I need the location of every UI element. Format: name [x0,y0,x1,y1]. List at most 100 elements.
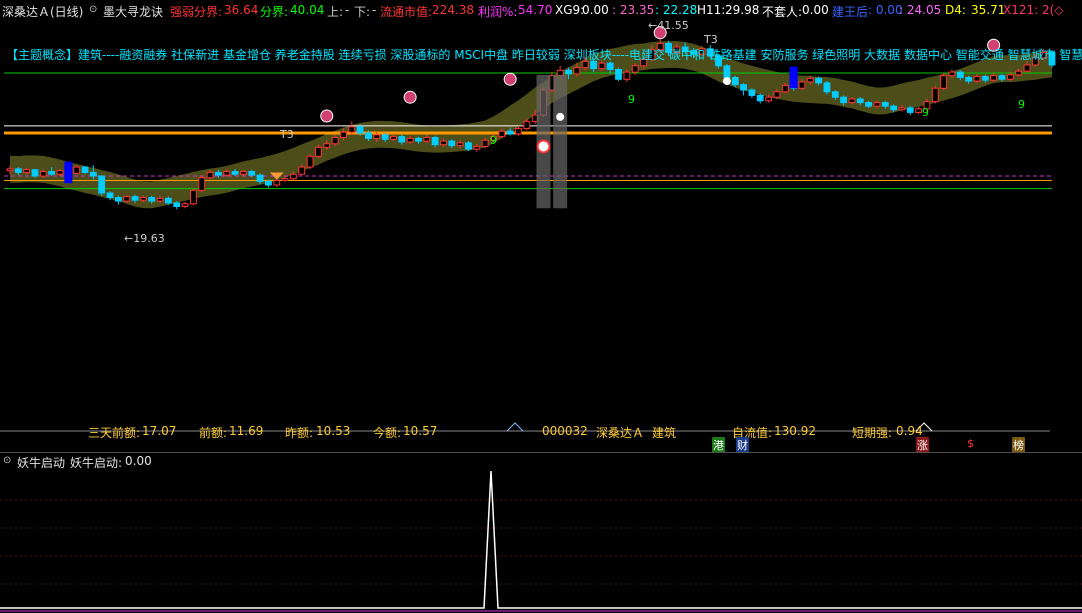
candle-body [306,155,314,168]
candle-body [390,136,397,140]
candle-body [156,197,164,202]
candle-body [73,166,81,174]
candle-body [431,137,439,146]
float-value: 130.92 [774,424,816,438]
candle-body [206,171,214,179]
candle-body [915,108,923,113]
candle-body [756,94,764,102]
candle-body [623,71,631,80]
candle-body [840,96,848,104]
stock-code: 000032 [542,424,588,438]
candle-body [523,120,531,130]
candle-body [48,171,56,175]
candle-body [798,81,806,89]
candle-body [256,174,264,182]
blue-block [789,66,798,89]
candle-body [290,173,297,180]
candle-body [89,171,97,177]
signal-circle [503,72,517,86]
three-day-value: 17.07 [142,424,177,438]
candle-body [498,130,506,138]
candle-body [340,131,347,138]
candle-body [106,192,114,199]
nine-label-c: 9 [1018,98,1025,111]
candle-body [965,76,973,82]
candle-body [1015,70,1023,76]
badge-finance[interactable]: 财 [736,437,749,453]
candle-body [31,169,39,177]
candle-body [39,171,47,177]
candlestick-chart [0,26,1056,432]
sub-series-spike [0,470,1082,609]
candle-body [981,76,989,81]
signal-circle [320,109,334,123]
candle-body [731,76,739,86]
short-label: 短期强: [852,426,893,440]
yest-value: 10.53 [316,424,351,438]
low-price-label: ←19.63 [124,232,165,245]
candle-body [723,65,731,78]
candle-body [598,62,606,70]
candle-body [406,137,414,143]
candle-body [456,142,464,147]
sector-name: 建筑 [652,426,677,440]
candle-body [298,166,306,175]
candle-body [1023,64,1031,72]
candle-body [823,82,831,93]
candle-body [890,105,898,111]
candle-body [114,197,122,202]
stats-stock-name: 深桑达Ａ [596,426,645,440]
blue-block [64,161,73,184]
candle-body [873,102,881,107]
candle-body [281,178,289,181]
white-dot [722,77,731,86]
candle-body [214,171,222,176]
candle-body [81,166,89,173]
candle-body [865,102,873,107]
yest-label: 昨额: [285,426,314,440]
nine-label-a: 9 [628,93,635,106]
candle-body [506,130,514,135]
candle-body [473,145,481,150]
candle-body [139,197,147,201]
candle-body [356,126,364,134]
candle-body [931,87,939,103]
badge-rank[interactable]: 榜 [1012,437,1025,453]
candle-body [773,91,781,98]
candle-body [573,67,581,75]
candle-body [6,168,14,172]
candle-body [898,107,906,111]
candle-body [173,202,181,207]
badge-rise[interactable]: 涨 [916,437,929,453]
badge-hk[interactable]: 港 [712,437,725,453]
candle-body [381,134,389,140]
candle-body [606,62,614,70]
prev-value: 11.69 [229,424,264,438]
candle-body [365,132,372,139]
candle-body [565,69,572,75]
sub-series-line [0,470,1082,612]
volume-pillar [553,74,568,209]
candle-body [23,169,31,173]
candle-body [423,137,431,142]
price-band-area [10,41,1052,209]
t3-label: T3 [280,128,294,141]
nine-label-d: 9 [490,134,497,147]
badge-dollar[interactable]: $ [966,437,975,450]
candle-body [131,196,139,201]
candle-body [948,71,956,77]
candle-body [856,98,864,104]
candle-body [740,84,747,91]
candle-body [98,175,106,194]
candle-body [448,140,456,147]
candle-body [806,77,814,83]
candle-body [148,197,156,202]
candle-body [231,171,239,175]
high-price-label: ←41.55 [648,19,689,32]
candle-body [748,89,756,96]
candle-body [440,140,447,146]
candle-body [881,102,889,107]
candle-body [181,203,189,207]
buy-signal-circle [536,139,551,154]
candle-body [765,96,772,102]
